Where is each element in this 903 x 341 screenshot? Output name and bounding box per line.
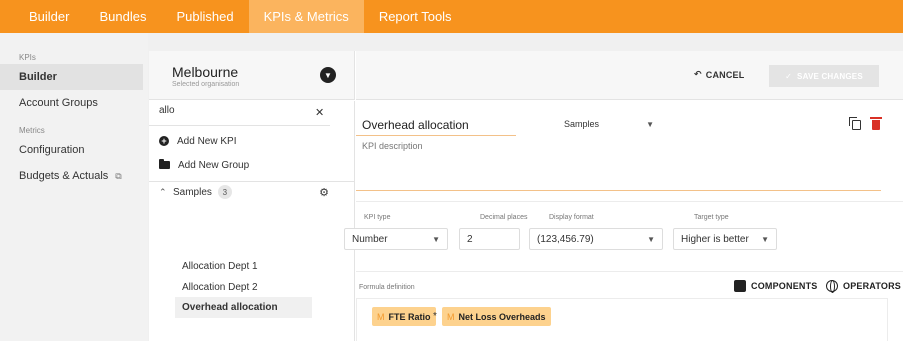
- add-new-group-button[interactable]: Add New Group: [159, 157, 249, 173]
- puzzle-icon: [734, 280, 746, 292]
- add-new-group-label: Add New Group: [178, 159, 250, 171]
- undo-icon: ↶: [694, 69, 702, 79]
- kpi-tree-panel: ✕ + Add New KPI Add New Group ⌃ Samples …: [149, 101, 355, 341]
- action-bar: ↶ CANCEL ✓ SAVE CHANGES: [356, 51, 903, 100]
- formula-component-chip[interactable]: M FTE Ratio: [372, 307, 436, 326]
- list-item-label: Allocation Dept 1: [182, 261, 258, 272]
- folder-icon: [159, 159, 170, 169]
- organisation-name: Melbourne: [172, 64, 239, 80]
- description-placeholder: KPI description: [362, 141, 423, 151]
- trash-icon[interactable]: [870, 117, 882, 130]
- tab-builder[interactable]: Builder: [14, 0, 84, 33]
- formula-editor[interactable]: M FTE Ratio * M Net Loss Overheads: [356, 298, 888, 341]
- caret-down-icon: ▼: [647, 234, 655, 244]
- components-button[interactable]: COMPONENTS: [734, 280, 818, 292]
- sidebar-section-metrics: Metrics: [19, 126, 45, 135]
- operators-label: OPERATORS: [843, 281, 901, 291]
- components-label: COMPONENTS: [751, 281, 818, 291]
- count-badge: 3: [217, 185, 232, 199]
- tab-published[interactable]: Published: [161, 0, 248, 33]
- formula-operator[interactable]: *: [433, 311, 437, 322]
- list-item[interactable]: Allocation Dept 1: [175, 256, 312, 277]
- chevron-down-icon[interactable]: ▼: [320, 67, 336, 83]
- group-select-value: Samples: [564, 119, 600, 129]
- formula-component-chip[interactable]: M Net Loss Overheads: [442, 307, 551, 326]
- save-changes-button[interactable]: ✓ SAVE CHANGES: [769, 65, 879, 87]
- display-format-select[interactable]: (123,456.79) ▼: [529, 228, 663, 250]
- caret-down-icon: ▼: [432, 234, 440, 244]
- check-icon: ✓: [785, 71, 793, 81]
- sidebar-item-budgets-actuals[interactable]: Budgets & Actuals ⧉: [0, 163, 143, 189]
- list-item[interactable]: Allocation Dept 2: [175, 277, 312, 298]
- cancel-label: CANCEL: [705, 69, 745, 80]
- decimal-places-label: Decimal places: [480, 214, 528, 221]
- sidebar-item-label: Builder: [19, 71, 57, 83]
- sidebar-item-builder[interactable]: Builder: [0, 64, 143, 90]
- gear-icon[interactable]: ⚙: [319, 186, 329, 199]
- display-format-label: Display format: [549, 214, 594, 221]
- kpi-type-label: KPI type: [364, 214, 391, 221]
- target-type-value: Higher is better: [681, 233, 749, 245]
- display-format-value: (123,456.79): [537, 233, 594, 245]
- copy-icon[interactable]: [849, 117, 861, 130]
- organisation-header: Melbourne Selected organisation ▼: [149, 51, 355, 100]
- target-type-select[interactable]: Higher is better ▼: [673, 228, 777, 250]
- tab-bundles[interactable]: Bundles: [84, 0, 161, 33]
- external-link-icon: ⧉: [115, 170, 122, 181]
- formula-definition-label: Formula definition: [359, 284, 415, 291]
- operators-button[interactable]: OPERATORS: [826, 280, 901, 293]
- plus-circle-icon: +: [159, 136, 169, 146]
- sidebar-item-configuration[interactable]: Configuration: [0, 137, 143, 163]
- divider: [149, 181, 355, 182]
- top-navigation: Builder Bundles Published KPIs & Metrics…: [0, 0, 903, 33]
- sidebar: KPIs Builder Account Groups Metrics Conf…: [0, 33, 148, 341]
- list-item-label: Allocation Dept 2: [182, 282, 258, 293]
- chip-label: FTE Ratio: [388, 311, 431, 322]
- sidebar-item-account-groups[interactable]: Account Groups: [0, 90, 143, 116]
- close-icon[interactable]: ✕: [315, 106, 324, 119]
- chevron-up-icon[interactable]: ⌃: [159, 187, 169, 198]
- group-select[interactable]: Samples ▼: [564, 119, 654, 129]
- globe-icon: [826, 280, 838, 293]
- add-new-kpi-label: Add New KPI: [177, 135, 237, 147]
- sidebar-item-label: Budgets & Actuals: [19, 170, 109, 182]
- kpi-type-select[interactable]: Number ▼: [344, 228, 448, 250]
- save-label: SAVE CHANGES: [797, 71, 863, 81]
- target-type-label: Target type: [694, 214, 729, 221]
- divider: [356, 201, 903, 202]
- decimal-places-value: 2: [467, 233, 473, 245]
- kpi-type-value: Number: [352, 233, 388, 245]
- add-new-kpi-button[interactable]: + Add New KPI: [159, 133, 236, 149]
- tab-report-tools[interactable]: Report Tools: [364, 0, 467, 33]
- caret-down-icon: ▼: [646, 119, 654, 129]
- list-item-selected[interactable]: Overhead allocation: [175, 297, 312, 318]
- organisation-subtitle: Selected organisation: [172, 81, 240, 88]
- group-row-samples[interactable]: ⌃ Samples 3 ⚙: [159, 184, 329, 200]
- sidebar-section-kpis: KPIs: [19, 53, 36, 62]
- kpi-description-field[interactable]: KPI description: [356, 141, 881, 191]
- metric-icon: M: [447, 311, 455, 322]
- search-input[interactable]: [159, 105, 309, 116]
- search-row: ✕: [149, 101, 330, 126]
- kpi-editor: Samples ▼ KPI description KPI type Decim…: [356, 101, 903, 341]
- divider: [356, 271, 903, 272]
- caret-down-icon: ▼: [761, 234, 769, 244]
- sidebar-item-label: Configuration: [19, 144, 85, 156]
- kpi-name-input[interactable]: [356, 116, 516, 136]
- main-panel: Melbourne Selected organisation ▼ ↶ CANC…: [149, 51, 903, 341]
- group-name: Samples: [173, 186, 212, 198]
- cancel-button[interactable]: ↶ CANCEL: [694, 69, 744, 80]
- tab-kpis-metrics[interactable]: KPIs & Metrics: [248, 0, 364, 33]
- metric-icon: M: [377, 311, 385, 322]
- decimal-places-input[interactable]: 2: [459, 228, 520, 250]
- chip-label: Net Loss Overheads: [458, 311, 546, 322]
- list-item-label: Overhead allocation: [182, 302, 278, 313]
- sidebar-item-label: Account Groups: [19, 97, 98, 109]
